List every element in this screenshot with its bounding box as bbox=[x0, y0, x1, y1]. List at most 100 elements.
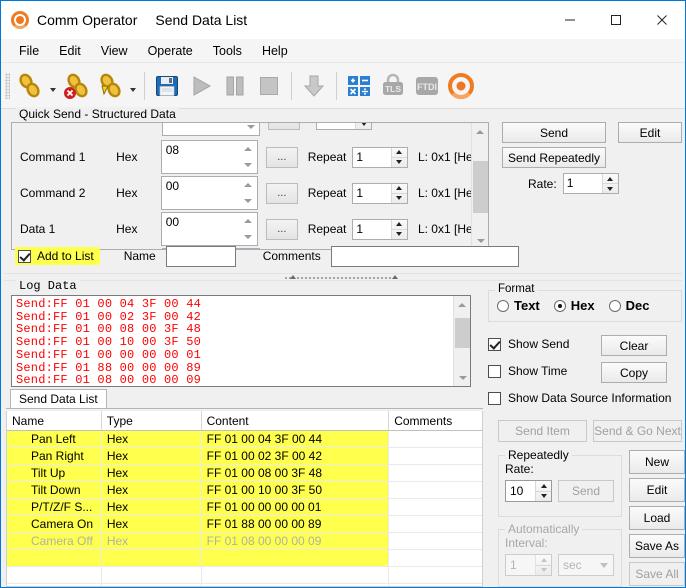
disconnect-icon[interactable] bbox=[59, 68, 93, 104]
tab-send-data-list[interactable]: Send Data List bbox=[10, 389, 107, 408]
send-button[interactable]: Send bbox=[502, 122, 606, 143]
data-1-value-input[interactable]: 00 bbox=[160, 212, 258, 246]
table-row[interactable] bbox=[7, 567, 482, 584]
table-row[interactable] bbox=[7, 584, 482, 586]
repeatedly-send-button[interactable]: Send bbox=[558, 480, 614, 502]
copy-button[interactable]: Copy bbox=[601, 362, 667, 383]
pause-icon[interactable] bbox=[218, 68, 252, 104]
repeatedly-rate-spinner[interactable] bbox=[535, 481, 551, 501]
data-1-repeat-input[interactable]: 1 bbox=[352, 218, 408, 240]
horizontal-splitter[interactable] bbox=[4, 273, 682, 281]
edit-list-button[interactable]: Edit bbox=[629, 478, 685, 502]
connect-icon[interactable] bbox=[13, 68, 47, 104]
log-scroll-down-icon[interactable] bbox=[454, 369, 470, 386]
log-scroll-up-icon[interactable] bbox=[454, 296, 470, 313]
about-logo-icon[interactable] bbox=[444, 68, 478, 104]
menu-file[interactable]: File bbox=[9, 41, 49, 61]
name-input[interactable] bbox=[165, 245, 236, 267]
partial-browse-button[interactable] bbox=[268, 123, 300, 130]
repeatedly-rate-input[interactable]: 10 bbox=[505, 480, 552, 502]
show-time-checkbox[interactable] bbox=[488, 364, 501, 378]
send-data-list-grid[interactable]: Name Type Content Comments Pan Left Hex … bbox=[6, 411, 483, 587]
quick-send-rate-input[interactable]: 1 bbox=[562, 173, 619, 194]
menu-tools[interactable]: Tools bbox=[203, 41, 252, 61]
command-2-value-input[interactable]: 00 bbox=[160, 176, 258, 210]
command-1-repeat-spinner[interactable] bbox=[390, 147, 407, 167]
command-2-repeat-spinner[interactable] bbox=[390, 183, 407, 203]
menu-edit[interactable]: Edit bbox=[49, 41, 91, 61]
send-repeatedly-button[interactable]: Send Repeatedly bbox=[502, 147, 606, 168]
format-radio-dec[interactable] bbox=[608, 299, 621, 312]
quick-send-rate-spinner[interactable] bbox=[601, 174, 618, 193]
show-send-checkbox[interactable] bbox=[488, 337, 501, 351]
table-row[interactable]: Camera Off Hex FF 01 08 00 00 00 09 bbox=[7, 533, 482, 550]
tls-icon[interactable]: TLS bbox=[376, 68, 410, 104]
toolbar-grip[interactable] bbox=[5, 72, 10, 99]
new-button[interactable]: New bbox=[629, 450, 685, 474]
reconnect-icon[interactable] bbox=[93, 68, 127, 104]
command-1-value-input[interactable]: 08 bbox=[160, 140, 258, 174]
save-all-button[interactable]: Save All bbox=[629, 562, 685, 586]
grid-column-name[interactable]: Name bbox=[7, 411, 102, 430]
command-2-repeat-input[interactable]: 1 bbox=[352, 182, 408, 204]
comments-input[interactable] bbox=[330, 245, 519, 267]
table-row[interactable]: Pan Left Hex FF 01 00 04 3F 00 44 bbox=[7, 431, 482, 448]
data-1-browse-button[interactable]: ... bbox=[265, 218, 298, 240]
scroll-up-icon[interactable] bbox=[472, 123, 488, 140]
command-1-repeat-input[interactable]: 1 bbox=[352, 146, 408, 168]
show-data-source-row[interactable]: Show Data Source Information bbox=[488, 388, 685, 408]
save-icon[interactable] bbox=[150, 68, 184, 104]
play-icon[interactable] bbox=[184, 68, 218, 104]
ftdi-icon[interactable]: FTDI bbox=[410, 68, 444, 104]
reconnect-dropdown-arrow[interactable] bbox=[127, 68, 139, 104]
automatically-interval-spinner[interactable] bbox=[535, 555, 551, 575]
command-2-spinner[interactable] bbox=[239, 177, 257, 209]
add-to-list-checkbox[interactable] bbox=[18, 249, 31, 263]
format-radio-hex[interactable] bbox=[553, 299, 566, 312]
close-button[interactable] bbox=[639, 1, 685, 39]
data-1-spinner[interactable] bbox=[239, 213, 257, 245]
log-scrollbar[interactable] bbox=[453, 296, 470, 386]
minimize-button[interactable] bbox=[547, 1, 593, 39]
table-row[interactable] bbox=[7, 550, 482, 567]
grid-column-comments[interactable]: Comments bbox=[389, 411, 482, 430]
splitter-collapse-down-icon[interactable] bbox=[392, 275, 398, 279]
command-2-browse-button[interactable]: ... bbox=[265, 182, 298, 204]
command-1-spinner[interactable] bbox=[239, 141, 257, 173]
load-button[interactable]: Load bbox=[629, 506, 685, 530]
edit-button[interactable]: Edit bbox=[618, 122, 682, 143]
send-go-next-button[interactable]: Send & Go Next bbox=[593, 420, 682, 442]
command-1-browse-button[interactable]: ... bbox=[265, 146, 298, 168]
splitter-collapse-up-icon[interactable] bbox=[290, 275, 296, 279]
splitter-grip[interactable] bbox=[284, 276, 394, 280]
show-data-source-checkbox[interactable] bbox=[488, 391, 501, 405]
maximize-button[interactable] bbox=[593, 1, 639, 39]
connect-dropdown-arrow[interactable] bbox=[47, 68, 59, 104]
format-radio-text[interactable] bbox=[497, 299, 509, 312]
automatically-unit-select[interactable]: sec bbox=[558, 554, 614, 576]
table-row[interactable]: Pan Right Hex FF 01 00 02 3F 00 42 bbox=[7, 448, 482, 465]
menu-operate[interactable]: Operate bbox=[138, 41, 203, 61]
table-row[interactable]: Camera On Hex FF 01 88 00 00 00 89 bbox=[7, 516, 482, 533]
partial-value-input[interactable] bbox=[162, 123, 260, 136]
add-to-list-checkbox-wrap[interactable]: Add to List bbox=[15, 247, 100, 265]
partial-repeat-input[interactable] bbox=[316, 123, 372, 130]
log-data-box[interactable]: Send:FF 01 00 04 3F 00 44 Send:FF 01 00 … bbox=[11, 295, 471, 387]
calculator-icon[interactable] bbox=[342, 68, 376, 104]
log-scroll-thumb[interactable] bbox=[455, 318, 470, 348]
data-1-repeat-spinner[interactable] bbox=[390, 219, 407, 239]
stop-icon[interactable] bbox=[252, 68, 286, 104]
table-row[interactable]: Tilt Up Hex FF 01 00 08 00 3F 48 bbox=[7, 465, 482, 482]
send-item-button[interactable]: Send Item bbox=[498, 420, 587, 442]
save-as-button[interactable]: Save As bbox=[629, 534, 685, 558]
menu-help[interactable]: Help bbox=[252, 41, 298, 61]
grid-column-content[interactable]: Content bbox=[202, 411, 390, 430]
menu-view[interactable]: View bbox=[91, 41, 138, 61]
grid-column-type[interactable]: Type bbox=[102, 411, 202, 430]
clear-button[interactable]: Clear bbox=[601, 335, 667, 356]
quick-send-scrollbar[interactable] bbox=[471, 123, 488, 249]
partial-spinner[interactable] bbox=[242, 123, 259, 135]
table-row[interactable]: Tilt Down Hex FF 01 00 10 00 3F 50 bbox=[7, 482, 482, 499]
scroll-thumb[interactable] bbox=[473, 161, 488, 213]
download-icon[interactable] bbox=[297, 68, 331, 104]
